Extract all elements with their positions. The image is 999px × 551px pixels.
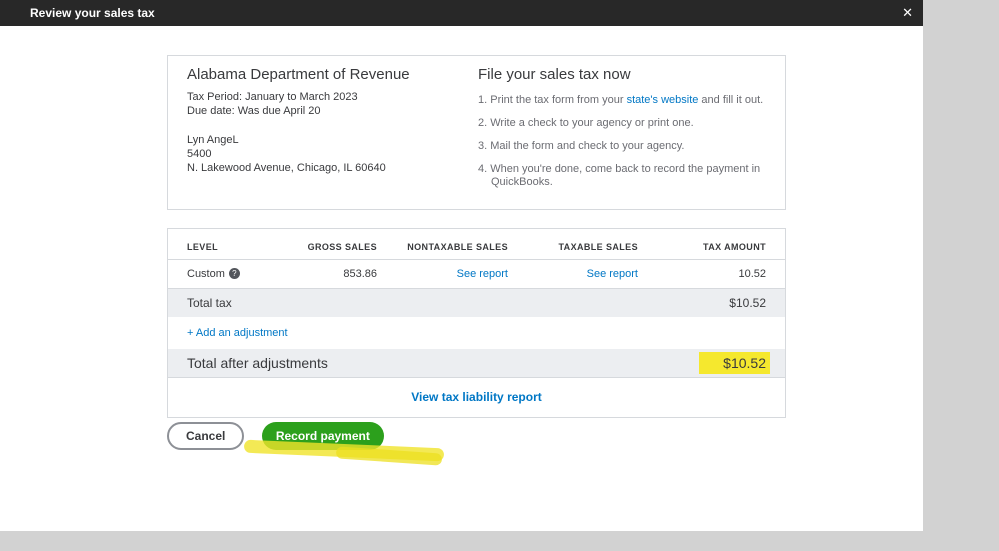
total-after-value: $10.52	[699, 352, 770, 374]
address-line-2: N. Lakewood Avenue, Chicago, IL 60640	[187, 162, 386, 174]
table-header-row: LEVEL GROSS SALES NONTAXABLE SALES TAXAB…	[168, 229, 785, 260]
nontaxable-see-report-link[interactable]: See report	[457, 268, 508, 280]
view-tax-liability-report-link[interactable]: View tax liability report	[411, 390, 542, 404]
total-after-adjustments-row: Total after adjustments $10.52	[168, 349, 785, 378]
col-header-taxable-sales: TAXABLE SALES	[558, 242, 638, 252]
modal-titlebar: Review your sales tax ✕	[0, 0, 923, 26]
instruction-step-3: 3. Mail the form and check to your agenc…	[478, 140, 685, 152]
agency-name: Alabama Department of Revenue	[187, 66, 410, 83]
add-adjustment-link[interactable]: + Add an adjustment	[187, 327, 288, 339]
contact-name: Lyn AngeL	[187, 134, 239, 146]
agency-details: Alabama Department of Revenue Tax Period…	[187, 66, 467, 175]
due-date: Due date: Was due April 20	[187, 105, 321, 117]
page-background-right	[923, 0, 999, 551]
level-cell: Custom?	[187, 268, 277, 280]
sales-tax-table-card: LEVEL GROSS SALES NONTAXABLE SALES TAXAB…	[167, 228, 786, 418]
instruction-step-1: 1. Print the tax form from your state's …	[478, 94, 778, 107]
taxable-see-report-link[interactable]: See report	[587, 268, 638, 280]
instruction-step-2: 2. Write a check to your agency or print…	[478, 117, 694, 129]
agency-address-block: Lyn AngeL 5400 N. Lakewood Avenue, Chica…	[187, 133, 467, 175]
modal-title: Review your sales tax	[30, 6, 155, 20]
address-line-1: 5400	[187, 148, 212, 160]
states-website-link[interactable]: state's website	[627, 94, 699, 106]
step-text: and fill it out.	[698, 94, 764, 106]
taxable-sales-cell: See report	[508, 268, 638, 280]
table-row: Custom? 853.86 See report See report 10.…	[168, 260, 785, 289]
add-adjustment-row: + Add an adjustment	[168, 317, 785, 349]
tax-amount-cell: 10.52	[738, 268, 766, 280]
close-icon[interactable]: ✕	[902, 0, 913, 26]
col-header-nontaxable-sales: NONTAXABLE SALES	[407, 242, 508, 252]
gross-sales-cell: 853.86	[343, 268, 377, 280]
total-after-label: Total after adjustments	[187, 355, 328, 371]
total-tax-label: Total tax	[187, 296, 232, 310]
tax-period: Tax Period: January to March 2023	[187, 91, 358, 103]
col-header-gross-sales: GROSS SALES	[307, 242, 377, 252]
screen: Review your sales tax ✕ Alabama Departme…	[0, 0, 999, 551]
instructions-title: File your sales tax now	[478, 66, 631, 83]
col-header-level: LEVEL	[187, 242, 219, 252]
help-icon[interactable]: ?	[228, 268, 240, 279]
page-background-bottom	[0, 531, 923, 551]
agency-summary-card: Alabama Department of Revenue Tax Period…	[167, 55, 786, 210]
action-buttons: Cancel Record payment	[167, 422, 384, 450]
view-report-row: View tax liability report	[168, 378, 785, 417]
instruction-step-4: 4. When you're done, come back to record…	[478, 163, 761, 188]
total-tax-value: $10.52	[729, 296, 766, 310]
cancel-button[interactable]: Cancel	[167, 422, 245, 450]
total-tax-row: Total tax $10.52	[168, 289, 785, 317]
filing-instructions: File your sales tax now 1. Print the tax…	[478, 66, 778, 199]
level-label: Custom	[187, 268, 225, 280]
step-text: 1. Print the tax form from your	[478, 94, 627, 106]
record-payment-button[interactable]: Record payment	[261, 422, 384, 450]
nontaxable-sales-cell: See report	[377, 268, 508, 280]
col-header-tax-amount: TAX AMOUNT	[703, 242, 766, 252]
